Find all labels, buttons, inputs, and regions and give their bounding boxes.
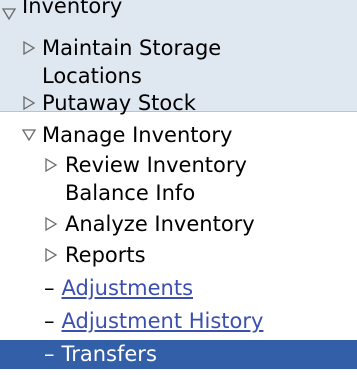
triangle-right-icon[interactable] <box>22 41 36 55</box>
leaf-dash: – <box>44 276 55 300</box>
adjustments-link[interactable]: Adjustments <box>62 276 194 300</box>
triangle-right-icon[interactable] <box>44 158 58 172</box>
nav-item-label-line2: Locations <box>42 64 142 88</box>
leaf-dash: – <box>44 309 55 333</box>
nav-item-transfers-selected[interactable]: – Transfers <box>0 340 357 369</box>
nav-item-analyze-inventory-label: Analyze Inventory <box>65 212 255 236</box>
adjustment-history-link[interactable]: Adjustment History <box>62 309 264 333</box>
triangle-down-icon[interactable] <box>2 7 16 21</box>
nav-item-label-line1: Maintain Storage <box>42 36 222 60</box>
nav-item-adjustments[interactable]: – Adjustments <box>0 274 357 302</box>
triangle-right-icon[interactable] <box>44 248 58 262</box>
inventory-nav-tree: Inventory Maintain Storage Locations Put… <box>0 0 357 375</box>
nav-item-transfers[interactable]: – Transfers <box>0 340 357 368</box>
nav-item-putaway-stock-label: Putaway Stock <box>42 91 196 115</box>
nav-item-partial-next <box>0 370 357 375</box>
leaf-dash: – <box>44 342 55 366</box>
nav-item-adjustment-history[interactable]: – Adjustment History <box>0 307 357 335</box>
nav-item-label-line2: Balance Info <box>65 181 196 205</box>
nav-item-label-line1: Review Inventory <box>65 153 247 177</box>
triangle-right-icon[interactable] <box>44 217 58 231</box>
nav-item-inventory-label: Inventory <box>22 0 123 18</box>
nav-item-manage-inventory[interactable]: Manage Inventory <box>0 121 357 149</box>
nav-item-review-inventory-balance-info[interactable]: Review Inventory <box>0 151 357 179</box>
nav-item-transfers-label: Transfers <box>61 342 157 366</box>
triangle-right-icon[interactable] <box>22 96 36 110</box>
nav-item-putaway-stock[interactable]: Putaway Stock <box>0 89 357 117</box>
nav-item-reports[interactable]: Reports <box>0 241 357 269</box>
nav-item-reports-label: Reports <box>65 243 146 267</box>
triangle-down-icon[interactable] <box>22 128 36 142</box>
nav-item-manage-inventory-label: Manage Inventory <box>42 123 233 147</box>
nav-item-maintain-storage-locations[interactable]: Maintain Storage <box>0 34 357 62</box>
nav-item-analyze-inventory[interactable]: Analyze Inventory <box>0 210 357 238</box>
